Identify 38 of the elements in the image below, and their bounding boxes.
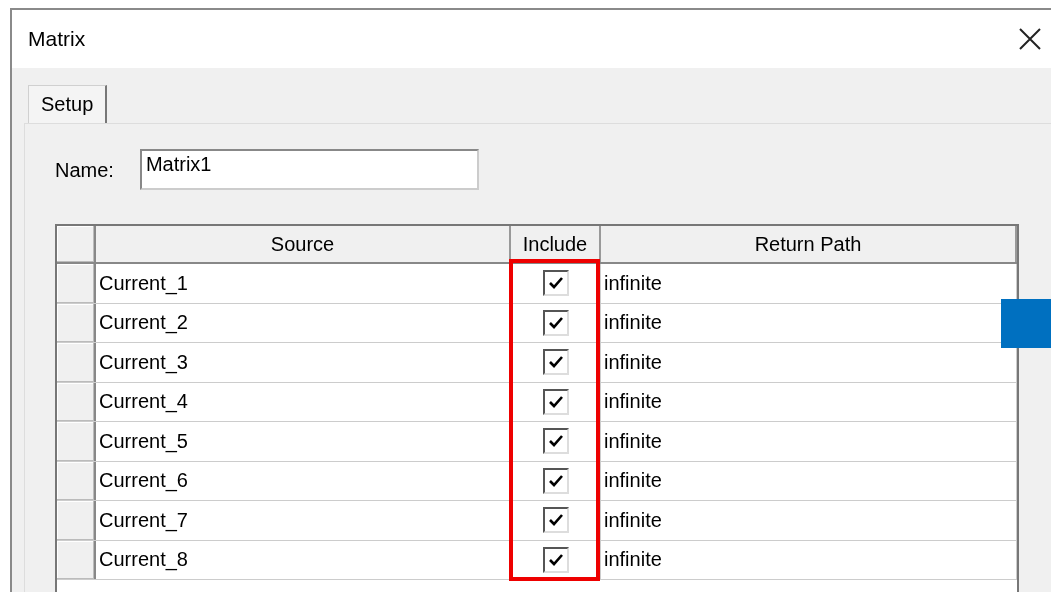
- row-header[interactable]: [57, 264, 96, 303]
- table-cell: Current_3: [96, 343, 511, 382]
- column-header[interactable]: Include: [511, 226, 601, 262]
- checkbox[interactable]: [542, 546, 569, 573]
- checkbox[interactable]: [542, 270, 569, 297]
- table-cell: Current_5: [96, 422, 511, 461]
- setup-tab[interactable]: Setup: [28, 85, 108, 123]
- row-header[interactable]: [57, 343, 96, 382]
- window-title: Matrix: [28, 27, 86, 51]
- table-cell: Current_1: [96, 264, 511, 303]
- table-cell: infinite: [601, 501, 1017, 540]
- column-header[interactable]: Return Path: [601, 226, 1017, 262]
- row-header[interactable]: [57, 461, 96, 500]
- table-cell: Current_6: [96, 461, 511, 500]
- row-header[interactable]: [57, 382, 96, 421]
- row-header[interactable]: [57, 540, 96, 579]
- table-cell: Current_8: [96, 540, 511, 579]
- checkbox[interactable]: [542, 349, 569, 376]
- checkbox[interactable]: [542, 309, 569, 336]
- name-field[interactable]: Matrix1: [139, 149, 479, 190]
- table-cell: infinite: [601, 461, 1017, 500]
- table-cell: infinite: [601, 422, 1017, 461]
- square-marker: [1001, 299, 1051, 348]
- column-header[interactable]: Source: [96, 226, 511, 262]
- table-cell: infinite: [601, 382, 1017, 421]
- name-label: Name:: [55, 159, 114, 182]
- row-header[interactable]: [57, 422, 96, 461]
- close-icon[interactable]: [1019, 28, 1041, 50]
- checkbox[interactable]: [542, 507, 569, 534]
- table-cell: infinite: [601, 540, 1017, 579]
- checkbox[interactable]: [542, 428, 569, 455]
- row-header[interactable]: [57, 501, 96, 540]
- checkbox[interactable]: [542, 388, 569, 415]
- row-header[interactable]: [57, 303, 96, 342]
- table-cell: Current_2: [96, 303, 511, 342]
- checkbox[interactable]: [542, 467, 569, 494]
- table-cell: Current_4: [96, 382, 511, 421]
- table-cell: Current_7: [96, 501, 511, 540]
